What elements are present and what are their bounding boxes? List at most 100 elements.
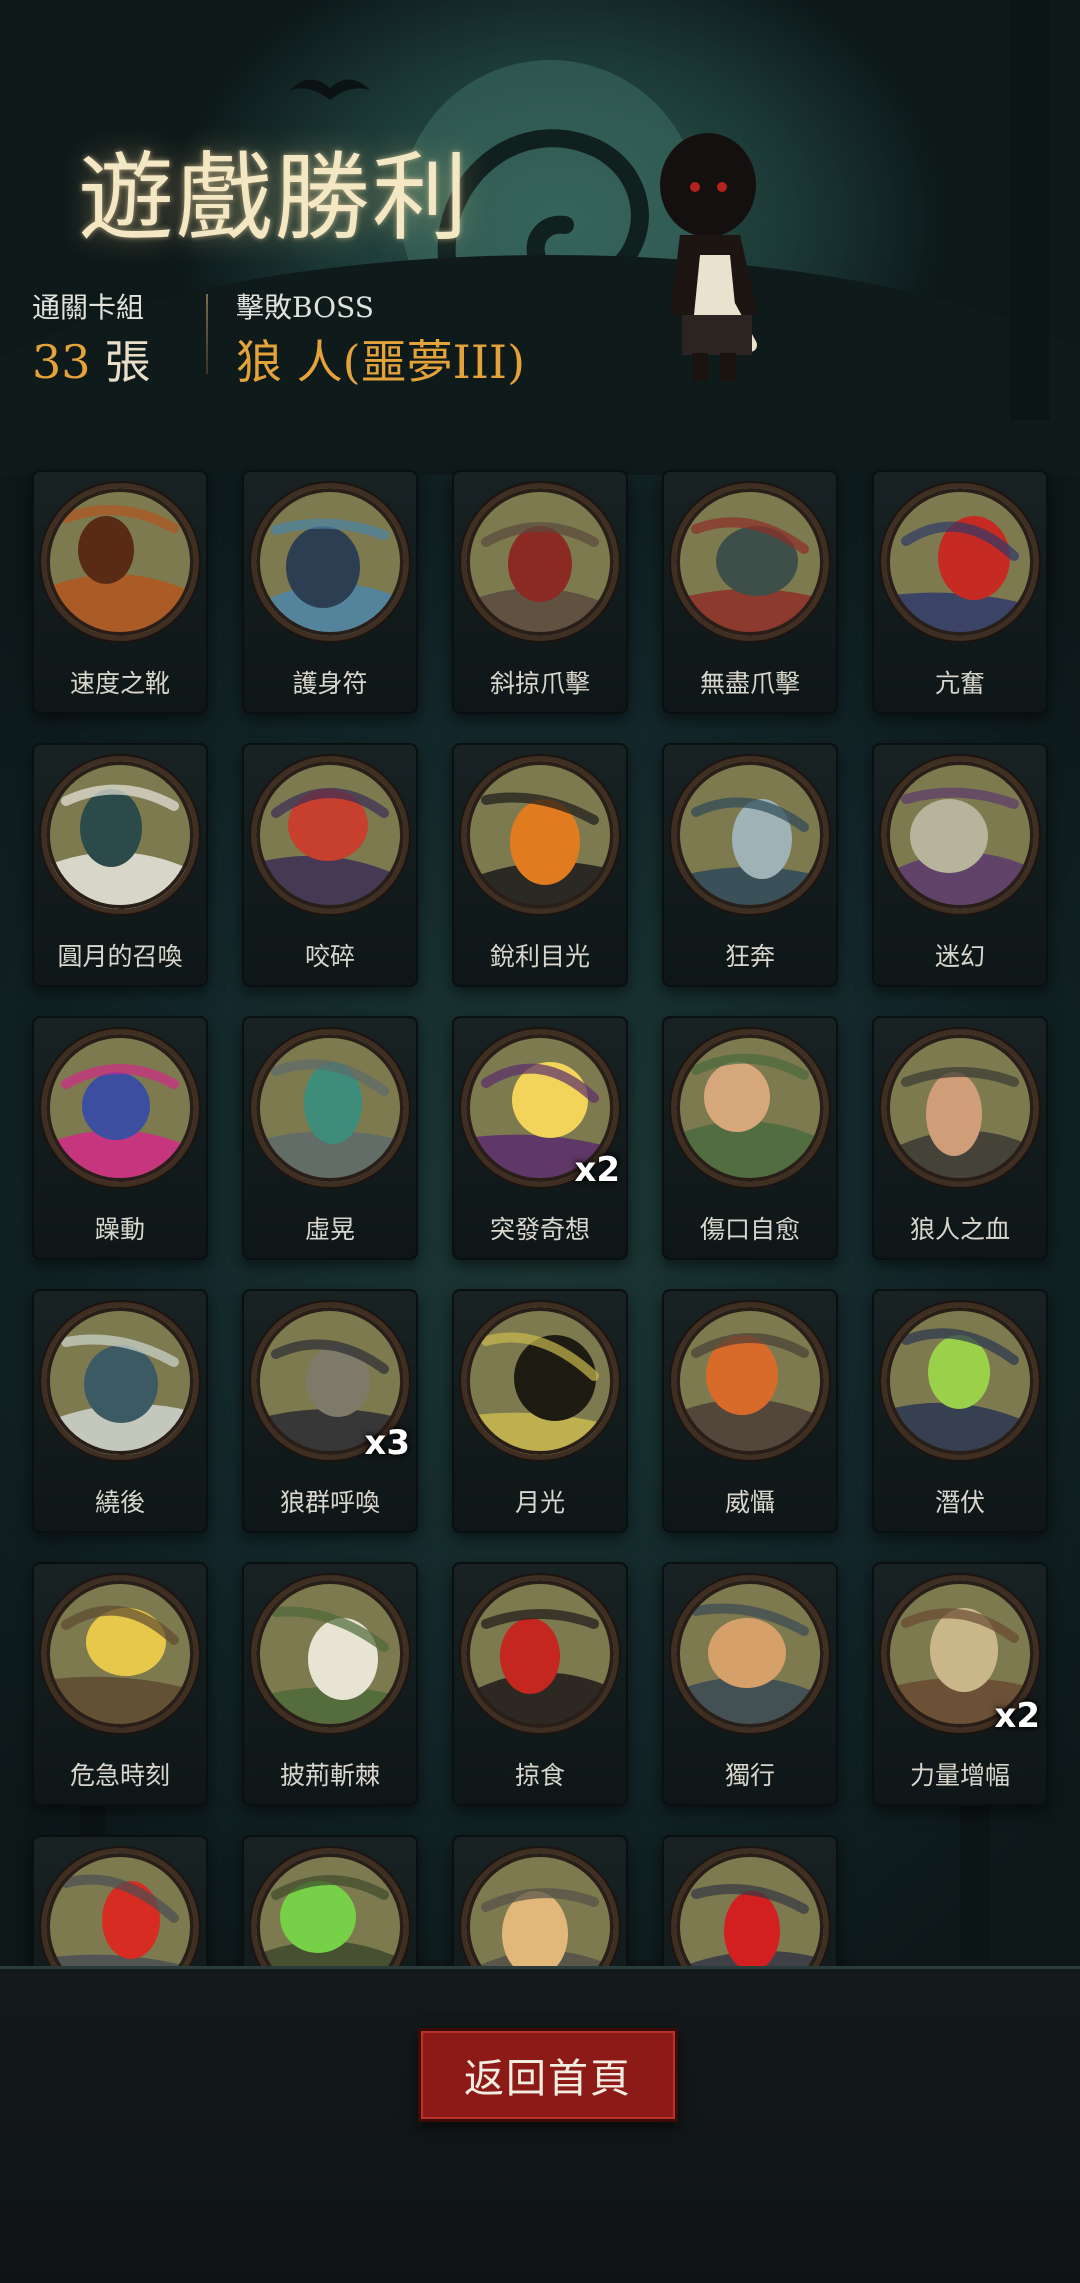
card-art (676, 488, 824, 636)
card-art (46, 1580, 194, 1728)
card-name: 斜掠爪擊 (489, 669, 590, 698)
card-name: 掠食 (514, 1761, 565, 1790)
frenzy-werewolf-icon (886, 488, 1034, 636)
boy-character-icon (660, 133, 758, 381)
card-name: 無盡爪擊 (699, 669, 800, 698)
card-art (256, 761, 404, 909)
card-art (676, 1034, 824, 1182)
crisis-icon (46, 1580, 194, 1728)
card-art (676, 1307, 824, 1455)
card-item[interactable]: 獨行 (662, 1562, 838, 1806)
card-art (886, 488, 1034, 636)
card-name: 迷幻 (934, 942, 985, 971)
card-item[interactable]: 無盡爪擊 (662, 470, 838, 714)
card-art (886, 1034, 1034, 1182)
card-name: 披荊斬棘 (279, 1761, 380, 1790)
cleared-deck-label: 通關卡組 (32, 291, 145, 324)
card-item[interactable]: 潛伏 (872, 1289, 1048, 1533)
card-name: 月光 (514, 1488, 565, 1517)
card-count-badge: x2 (574, 1150, 620, 1190)
card-art (256, 488, 404, 636)
full-moon-forest-icon (46, 761, 194, 909)
card-item[interactable]: 狼群呼喚 x3 (242, 1289, 418, 1533)
werewolf-claw-icon (466, 488, 614, 636)
card-item[interactable]: 力量增幅 x2 (872, 1562, 1048, 1806)
card-name: 獨行 (724, 1761, 775, 1790)
card-art (466, 1307, 614, 1455)
card-name: 繞後 (94, 1488, 145, 1517)
card-art (256, 1034, 404, 1182)
card-name: 潛伏 (934, 1488, 985, 1517)
card-item[interactable]: 狂奔 (662, 743, 838, 987)
card-art (466, 761, 614, 909)
roaring-werewolf-icon (46, 1853, 194, 1966)
card-item[interactable] (32, 1835, 208, 1966)
card-item[interactable]: 銳利目光 (452, 743, 628, 987)
red-eye-wolf-icon (676, 1853, 824, 1966)
card-art (466, 1580, 614, 1728)
card-name: 力量增幅 (909, 1761, 1010, 1790)
cleared-deck-count: 33 (32, 335, 91, 389)
boxer-icon (256, 1034, 404, 1182)
card-item[interactable]: 危急時刻 (32, 1562, 208, 1806)
card-name: 亢奮 (934, 669, 985, 698)
card-item[interactable]: 狼人之血 (872, 1016, 1048, 1260)
card-item[interactable]: 披荊斬棘 (242, 1562, 418, 1806)
card-item[interactable]: 躁動 (32, 1016, 208, 1260)
card-item[interactable] (662, 1835, 838, 1966)
card-name: 圓月的召喚 (57, 942, 183, 971)
boss-name: 狼 人(噩夢III) (236, 335, 526, 389)
bloody-arm-icon (886, 1034, 1034, 1182)
card-item[interactable]: 斜掠爪擊 (452, 470, 628, 714)
card-item[interactable]: 傷口自愈 (662, 1016, 838, 1260)
card-art (46, 488, 194, 636)
card-grid: 速度之靴 護身符 斜掠爪擊 無盡爪擊 亢奮 圓月的召喚 咬碎 銳利目光 狂奔 迷幻 躁動 虛晃 突發奇想… (0, 458, 1080, 1966)
card-item[interactable] (242, 1835, 418, 1966)
card-art (676, 1580, 824, 1728)
page-title: 遊戲勝利 (78, 142, 470, 254)
skull-ambush-icon (46, 1307, 194, 1455)
card-name: 咬碎 (304, 942, 355, 971)
witch-icon (886, 761, 1034, 909)
card-art (46, 1853, 194, 1966)
card-name: 護身符 (292, 669, 368, 698)
card-count-badge: x3 (364, 1423, 410, 1463)
card-item[interactable]: 亢奮 (872, 470, 1048, 714)
card-item[interactable]: 虛晃 (242, 1016, 418, 1260)
card-art (886, 761, 1034, 909)
card-art (466, 488, 614, 636)
restless-maw-icon (46, 1034, 194, 1182)
card-item[interactable] (452, 1835, 628, 1966)
card-item[interactable]: 威懾 (662, 1289, 838, 1533)
card-item[interactable]: 掠食 (452, 1562, 628, 1806)
return-home-button[interactable]: 返回首頁 (418, 2028, 678, 2122)
card-name: 突發奇想 (489, 1215, 590, 1244)
deterrence-icon (676, 1307, 824, 1455)
card-name: 威懾 (724, 1488, 775, 1517)
cleared-deck-value: 33 張 (32, 326, 151, 392)
amulet-shield-icon (256, 488, 404, 636)
card-item[interactable]: 護身符 (242, 470, 418, 714)
card-item[interactable]: 月光 (452, 1289, 628, 1533)
card-item[interactable]: 迷幻 (872, 743, 1048, 987)
card-name: 傷口自愈 (699, 1215, 800, 1244)
predator-icon (466, 1580, 614, 1728)
boot-icon (46, 488, 194, 636)
card-name: 狼人之血 (909, 1215, 1010, 1244)
poison-forest-icon (256, 1853, 404, 1966)
card-item[interactable]: 突發奇想 x2 (452, 1016, 628, 1260)
card-item[interactable]: 速度之靴 (32, 470, 208, 714)
boss-label: 擊敗BOSS (236, 291, 374, 324)
healing-hand-icon (676, 1034, 824, 1182)
thorn-axe-icon (256, 1580, 404, 1728)
card-item[interactable]: 繞後 (32, 1289, 208, 1533)
card-item[interactable]: 圓月的召喚 (32, 743, 208, 987)
card-art (46, 1307, 194, 1455)
card-name: 狼群呼喚 (279, 1488, 380, 1517)
claw-slash-icon (676, 488, 824, 636)
card-item[interactable]: 咬碎 (242, 743, 418, 987)
card-name: 躁動 (94, 1215, 145, 1244)
rock-fight-icon (466, 1853, 614, 1966)
card-art (46, 1034, 194, 1182)
card-name: 狂奔 (724, 942, 775, 971)
